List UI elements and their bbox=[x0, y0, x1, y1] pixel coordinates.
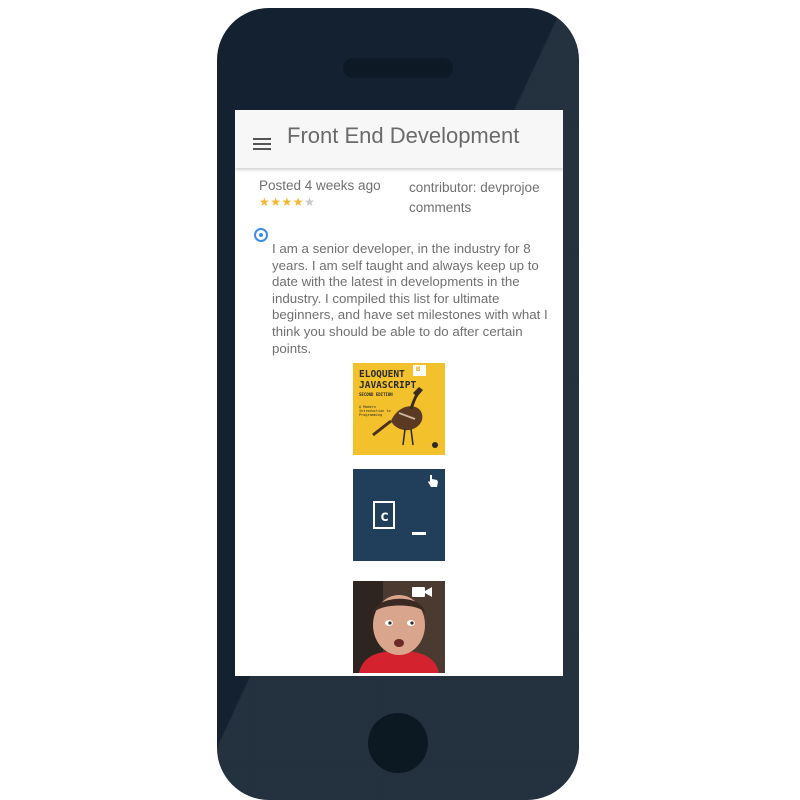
page-title: Front End Development bbox=[287, 123, 520, 148]
post-description: I am a senior developer, in the industry… bbox=[272, 241, 548, 356]
posted-date: Posted 4 weeks ago bbox=[259, 178, 381, 193]
radio-button[interactable] bbox=[254, 228, 268, 242]
hamburger-menu-icon[interactable] bbox=[253, 138, 271, 152]
star-filled-icon[interactable]: ★ bbox=[293, 195, 304, 209]
star-filled-icon[interactable]: ★ bbox=[270, 195, 281, 209]
app-bar: Front End Development bbox=[235, 110, 563, 168]
video-thumbnail[interactable] bbox=[353, 581, 445, 673]
codecademy-logo-icon: c bbox=[373, 501, 395, 529]
star-filled-icon[interactable]: ★ bbox=[259, 195, 270, 209]
post-meta: Posted 4 weeks ago ★★★★★ bbox=[259, 178, 381, 209]
comments-link[interactable]: comments bbox=[409, 198, 540, 218]
star-filled-icon[interactable]: ★ bbox=[282, 195, 293, 209]
eloquent-javascript-book-thumbnail[interactable]: ELOQUENT JAVASCRIPT SECOND EDITION A Mod… bbox=[353, 363, 445, 455]
phone-screen: Front End Development Posted 4 weeks ago… bbox=[235, 110, 563, 676]
contributor-link[interactable]: contributor: devprojoe bbox=[409, 178, 540, 198]
pointer-hand-icon bbox=[428, 475, 438, 487]
terminal-cursor-icon bbox=[412, 532, 426, 535]
phone-speaker bbox=[343, 58, 453, 78]
codecademy-thumbnail[interactable]: c bbox=[353, 469, 445, 561]
bird-illustration-icon bbox=[372, 387, 438, 448]
star-empty-icon[interactable]: ★ bbox=[304, 195, 315, 209]
post-contributor-block: contributor: devprojoe comments bbox=[409, 178, 540, 218]
star-rating[interactable]: ★★★★★ bbox=[259, 195, 381, 209]
video-camera-icon bbox=[412, 587, 432, 597]
phone-home-button[interactable] bbox=[368, 713, 428, 773]
